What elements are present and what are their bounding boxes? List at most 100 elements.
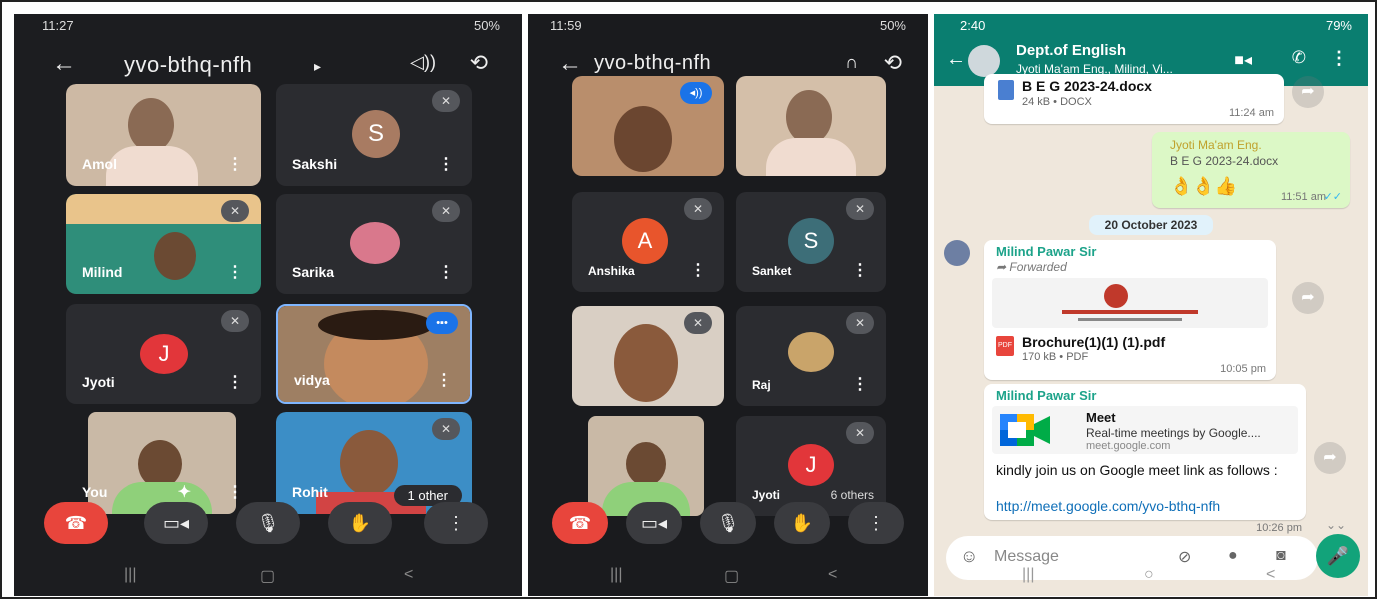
participant-tile-speaking[interactable]: ◂)) xyxy=(572,76,724,176)
voice-call-icon[interactable]: ✆ xyxy=(1292,48,1306,68)
forward-icon[interactable]: ➦ xyxy=(1292,282,1324,314)
participant-tile[interactable]: J ✕ Jyoti ⋮ xyxy=(66,304,261,404)
person-head xyxy=(128,98,174,152)
participant-tile[interactable]: ✕ Raj ⋮ xyxy=(736,306,886,406)
battery-level: 79% xyxy=(1325,18,1352,33)
raise-hand-button[interactable]: ✋ xyxy=(328,502,392,544)
end-call-button[interactable]: ☎ xyxy=(552,502,608,544)
participant-tile[interactable]: ✕ Sarika ⋮ xyxy=(276,194,472,294)
mic-toggle-button[interactable]: 🎙 xyxy=(700,502,756,544)
more-options-icon[interactable]: ⋮ xyxy=(852,260,868,280)
participant-tile[interactable]: S ✕ Sakshi ⋮ xyxy=(276,84,472,186)
more-options-icon[interactable]: ⋮ xyxy=(227,372,243,392)
document-message[interactable]: B E G 2023-24.docx 24 kB • DOCX 11:24 am xyxy=(984,74,1284,124)
participant-tile[interactable]: A ✕ Anshika ⋮ xyxy=(572,192,724,292)
preview-text-line xyxy=(1062,310,1198,314)
participant-tile[interactable]: ✕ Milind ⋮ xyxy=(66,194,261,294)
menu-icon[interactable]: ⋮ xyxy=(1330,48,1348,69)
participant-tile-self[interactable] xyxy=(572,416,724,516)
back-icon[interactable]: < xyxy=(1266,566,1275,584)
quoted-file: B E G 2023-24.docx xyxy=(1170,154,1279,168)
forward-icon[interactable]: ➦ xyxy=(1314,442,1346,474)
participant-avatar: S xyxy=(788,218,834,264)
more-options-icon[interactable]: ⋮ xyxy=(438,262,454,282)
back-arrow-icon[interactable]: ← xyxy=(558,50,582,78)
recents-icon[interactable]: ||| xyxy=(124,566,136,584)
message-text: kindly join us on Google meet link as fo… xyxy=(996,462,1278,478)
more-options-button[interactable]: ⋮ xyxy=(424,502,488,544)
more-options-icon[interactable]: ⋮ xyxy=(438,154,454,174)
camera-toggle-button[interactable]: ▭◂ xyxy=(144,502,208,544)
document-name: Brochure(1)(1) (1).pdf xyxy=(1022,334,1166,350)
more-options-icon[interactable]: ⋮ xyxy=(852,374,868,394)
more-options-icon[interactable]: ⋮ xyxy=(227,154,243,174)
back-icon[interactable]: < xyxy=(404,566,413,584)
meet-link[interactable]: http://meet.google.com/yvo-bthq-nfh xyxy=(996,498,1220,514)
link-message[interactable]: Milind Pawar Sir Meet Real-time meetings… xyxy=(984,384,1306,534)
chevron-right-icon[interactable]: ▸ xyxy=(314,58,322,75)
participant-tile[interactable]: Amol ⋮ xyxy=(66,84,261,186)
status-bar: 2:40 79% xyxy=(934,14,1368,36)
more-options-icon[interactable]: ⋮ xyxy=(227,262,243,282)
meet-header: ← yvo-bthq-nfh ▸ ◁)) ⟲ xyxy=(14,44,522,88)
emoji-icon[interactable]: ☺ xyxy=(960,546,978,567)
date-separator: 20 October 2023 xyxy=(1089,215,1213,235)
sender-avatar[interactable] xyxy=(944,240,970,266)
forwarded-document-message[interactable]: Milind Pawar Sir ➦ Forwarded PDF Brochur… xyxy=(984,240,1276,380)
preview-title: Meet xyxy=(1086,410,1116,425)
forward-icon[interactable]: ➦ xyxy=(1292,76,1324,108)
participant-tile-self[interactable]: You ✦ ⋮ xyxy=(66,412,261,514)
raise-hand-button[interactable]: ✋ xyxy=(774,502,830,544)
headphones-icon[interactable]: ∩ xyxy=(845,52,858,73)
back-icon[interactable]: < xyxy=(828,566,837,584)
participant-tile-speaking[interactable]: •▪• vidya ⋮ xyxy=(276,304,472,404)
others-badge[interactable]: 6 others xyxy=(831,488,874,502)
participant-tile[interactable] xyxy=(736,76,886,176)
more-options-button[interactable]: ⋮ xyxy=(848,502,904,544)
more-options-icon[interactable]: ⋮ xyxy=(690,260,706,280)
end-call-button[interactable]: ☎ xyxy=(44,502,108,544)
scroll-down-icon[interactable]: ⌄⌄ xyxy=(1326,518,1346,532)
outgoing-reply-message[interactable]: Jyoti Ma'am Eng. B E G 2023-24.docx 👌👌👍 … xyxy=(1152,132,1350,208)
participant-tile[interactable]: ✕ xyxy=(572,306,724,406)
attach-icon[interactable]: ⊘ xyxy=(1178,547,1191,567)
chat-title[interactable]: Dept.of English xyxy=(1016,42,1126,59)
participant-tile[interactable]: ✕ Rohit 1 other xyxy=(276,412,472,514)
meeting-code[interactable]: yvo-bthq-nfh xyxy=(124,52,252,78)
message-time: 10:26 pm xyxy=(1256,522,1302,534)
back-arrow-icon[interactable]: ← xyxy=(946,48,966,71)
mic-toggle-button[interactable]: 🎙 xyxy=(236,502,300,544)
person-head xyxy=(138,440,182,488)
participant-avatar: J xyxy=(788,444,834,486)
message-input[interactable]: Message xyxy=(994,548,1059,566)
participant-name: Raj xyxy=(752,378,771,392)
speaker-icon[interactable]: ◁)) xyxy=(410,52,436,73)
camera-icon[interactable]: ◙ xyxy=(1276,547,1286,565)
home-icon[interactable]: ▢ xyxy=(260,566,275,586)
meeting-code[interactable]: yvo-bthq-nfh xyxy=(594,52,711,75)
home-icon[interactable]: ○ xyxy=(1144,566,1154,584)
video-call-icon[interactable]: ■◂ xyxy=(1234,50,1252,70)
recents-icon[interactable]: ||| xyxy=(610,566,622,584)
back-arrow-icon[interactable]: ← xyxy=(52,50,76,78)
group-avatar[interactable] xyxy=(968,45,1000,77)
recents-icon[interactable]: ||| xyxy=(1022,566,1034,584)
meet-controls: ☎ ▭◂ 🎙 ✋ ⋮ xyxy=(14,502,522,552)
mic-off-icon: ✕ xyxy=(221,310,249,332)
switch-camera-icon[interactable]: ⟲ xyxy=(470,50,488,76)
effects-sparkle-icon[interactable]: ✦ xyxy=(178,482,191,502)
more-options-icon[interactable]: ⋮ xyxy=(227,482,243,502)
camera-toggle-button[interactable]: ▭◂ xyxy=(626,502,682,544)
home-icon[interactable]: ▢ xyxy=(724,566,739,586)
participant-profile-photo xyxy=(350,222,400,264)
participant-tile[interactable]: J ✕ Jyoti 6 others xyxy=(736,416,886,516)
payment-icon[interactable]: ● xyxy=(1228,547,1238,565)
switch-camera-icon[interactable]: ⟲ xyxy=(884,50,902,76)
participant-name: Sanket xyxy=(752,264,792,278)
participant-tile[interactable]: S ✕ Sanket ⋮ xyxy=(736,192,886,292)
self-video xyxy=(88,412,236,514)
link-preview[interactable]: Meet Real-time meetings by Google.... me… xyxy=(992,406,1298,454)
more-options-icon[interactable]: ⋮ xyxy=(436,370,452,390)
participant-name: Rohit xyxy=(292,484,328,500)
mic-off-icon: ✕ xyxy=(684,312,712,334)
